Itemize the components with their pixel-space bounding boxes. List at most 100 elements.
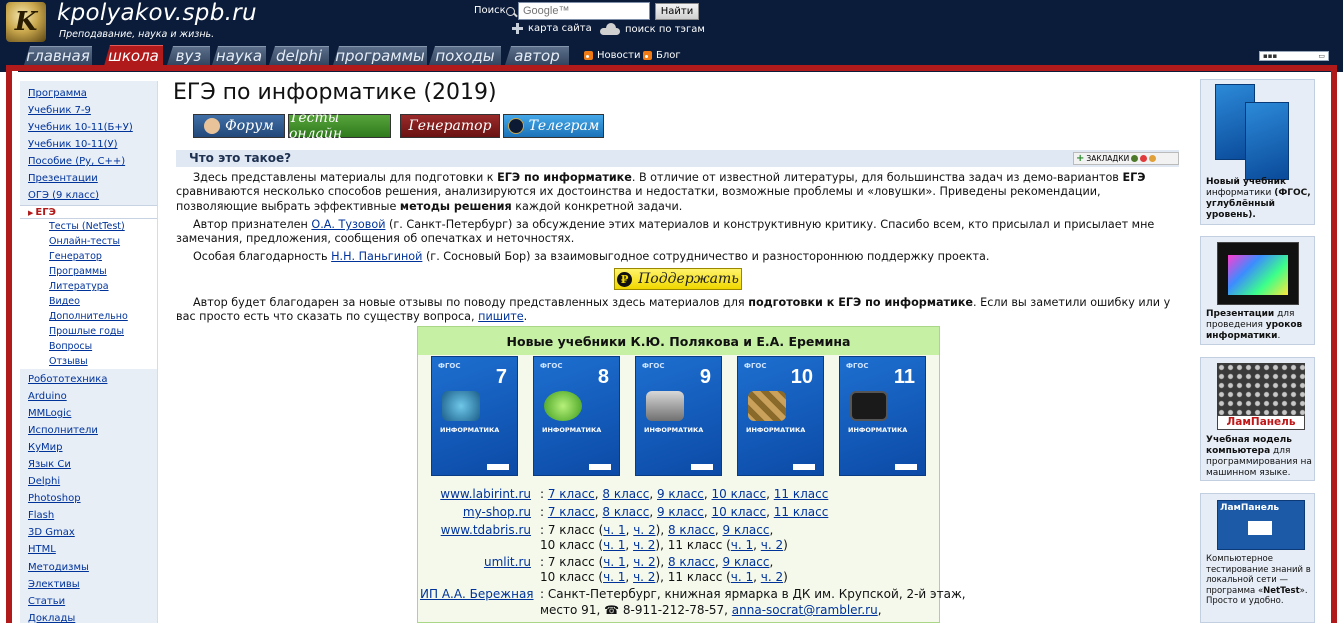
part-link[interactable]: ч. 2 — [633, 570, 655, 584]
generator-button[interactable]: Генератор — [400, 114, 500, 138]
search-input[interactable] — [518, 2, 650, 20]
sidebar-subitem-additional[interactable]: Дополнительно — [49, 311, 128, 322]
search-button[interactable]: Найти — [655, 3, 699, 20]
tag-search-link[interactable]: поиск по тэгам — [600, 23, 705, 35]
text-size-icon[interactable]: ▪▪▪ — [1263, 52, 1277, 60]
tab-delphi[interactable]: delphi — [269, 46, 329, 65]
font-size-controls[interactable]: ▪▪▪ ▭ — [1259, 51, 1329, 61]
sidebar-subitem-online-tests[interactable]: Онлайн-тесты — [49, 236, 120, 247]
shop-tdabris[interactable]: www.tdabris.ru — [430, 523, 531, 537]
sidebar-subitem-past-years[interactable]: Прошлые годы — [49, 326, 124, 337]
support-button[interactable]: ₽ Поддержать — [614, 268, 742, 290]
sidebar-item-articles[interactable]: Статьи — [28, 596, 65, 607]
sidebar-item-c-lang[interactable]: Язык Си — [28, 459, 71, 470]
sidebar-item-photoshop[interactable]: Photoshop — [28, 493, 81, 504]
part-link[interactable]: ч. 2 — [761, 570, 783, 584]
window-icon[interactable]: ▭ — [1318, 52, 1325, 60]
book-cover-11[interactable]: ФГОС 11 ИНФОРМАТИКА — [839, 356, 926, 476]
sidebar-subitem-reviews[interactable]: Отзывы — [49, 356, 88, 367]
grade-link[interactable]: 9 класс — [657, 487, 704, 501]
blog-link[interactable]: Блог — [643, 50, 681, 61]
shop-myshop[interactable]: my-shop.ru — [440, 505, 531, 519]
sidebar-item-textbook-10-11-u[interactable]: Учебник 10-11(У) — [28, 139, 118, 150]
grade-link[interactable]: 10 класс — [712, 487, 767, 501]
part-link[interactable]: ч. 1 — [603, 538, 625, 552]
sidebar-item-ege-active[interactable]: ▶ ЕГЭ — [20, 205, 157, 219]
online-tests-button[interactable]: Тесты онлайн — [288, 110, 391, 142]
tab-author[interactable]: автор — [505, 46, 569, 65]
grade-link[interactable]: 8 класс — [602, 487, 649, 501]
part-link[interactable]: ч. 1 — [603, 555, 625, 569]
sidebar-item-manual[interactable]: Пособие (Py, C++) — [28, 156, 125, 167]
news-link[interactable]: Новости — [584, 50, 640, 61]
tab-hikes[interactable]: походы — [429, 46, 501, 65]
sidebar-subitem-nettest[interactable]: Тесты (NetTest) — [49, 221, 125, 232]
tab-school[interactable]: школа — [104, 45, 163, 66]
sidebar-subitem-generator[interactable]: Генератор — [49, 251, 102, 262]
sidebar-item-delphi[interactable]: Delphi — [28, 476, 60, 487]
book-cover-7[interactable]: ФГОС 7 ИНФОРМАТИКА — [431, 356, 518, 476]
grade-link[interactable]: 7 класс — [548, 487, 595, 501]
tab-university[interactable]: вуз — [167, 46, 210, 65]
sidebar-item-textbook-10-11-bu[interactable]: Учебник 10-11(Б+У) — [28, 122, 133, 133]
sidebar-item-robotics[interactable]: Робототехника — [28, 374, 107, 385]
sidebar-subitem-questions[interactable]: Вопросы — [49, 341, 92, 352]
sidebar-subitem-video[interactable]: Видео — [49, 296, 80, 307]
sidebar-item-electives[interactable]: Элективы — [28, 579, 80, 590]
book-cover-9[interactable]: ФГОС 9 ИНФОРМАТИКА — [635, 356, 722, 476]
part-link[interactable]: ч. 2 — [633, 555, 655, 569]
shop-berezhnaya[interactable]: ИП А.А. Бережная — [420, 587, 534, 601]
bookmarks-widget[interactable]: + ЗАКЛАДКИ — [1073, 152, 1179, 165]
email-link[interactable]: anna-socrat@rambler.ru — [732, 603, 878, 617]
site-title[interactable]: kpolyakov.spb.ru — [57, 0, 257, 26]
part-link[interactable]: ч. 1 — [603, 523, 625, 537]
pangina-link[interactable]: Н.Н. Паньгиной — [331, 250, 422, 263]
share-icon[interactable] — [1149, 155, 1157, 162]
grade-link[interactable]: 11 класс — [774, 505, 829, 519]
part-link[interactable]: ч. 1 — [731, 538, 753, 552]
sidebar-item-reports[interactable]: Доклады — [28, 613, 75, 624]
part-link[interactable]: ч. 2 — [633, 538, 655, 552]
sitemap-link[interactable]: карта сайта — [512, 23, 592, 34]
part-link[interactable]: ч. 1 — [603, 570, 625, 584]
tab-home[interactable]: главная — [24, 46, 92, 65]
sidebar-item-kumir[interactable]: КуМир — [28, 442, 63, 453]
sidebar-item-program[interactable]: Программа — [28, 88, 87, 99]
promo-textbook[interactable]: Новый учебник информатики (ФГОС, углублё… — [1200, 79, 1315, 225]
sidebar-item-oge[interactable]: ОГЭ (9 класс) — [28, 190, 99, 201]
shop-umlit[interactable]: umlit.ru — [440, 555, 531, 569]
grade-link[interactable]: 9 класс — [723, 555, 770, 569]
grade-link[interactable]: 7 класс — [548, 505, 595, 519]
site-logo[interactable]: K — [6, 2, 46, 42]
part-link[interactable]: ч. 1 — [731, 570, 753, 584]
book-cover-8[interactable]: ФГОС 8 ИНФОРМАТИКА — [533, 356, 620, 476]
sidebar-item-3dgmax[interactable]: 3D Gmax — [28, 527, 75, 538]
book-cover-10[interactable]: ФГОС 10 ИНФОРМАТИКА — [737, 356, 824, 476]
grade-link[interactable]: 11 класс — [774, 487, 829, 501]
sidebar-item-executors[interactable]: Исполнители — [28, 425, 98, 436]
sidebar-subitem-literature[interactable]: Литература — [49, 281, 109, 292]
sidebar-item-methodisms[interactable]: Методизмы — [28, 562, 89, 573]
share-icon[interactable] — [1131, 155, 1139, 162]
tab-programs[interactable]: программы — [333, 46, 427, 65]
grade-link[interactable]: 8 класс — [668, 523, 715, 537]
sidebar-item-textbook-7-9[interactable]: Учебник 7-9 — [28, 105, 91, 116]
promo-presentations[interactable]: Презентации для проведения уроков информ… — [1200, 236, 1315, 345]
share-icon[interactable] — [1140, 155, 1148, 162]
tab-science[interactable]: наука — [212, 46, 266, 65]
grade-link[interactable]: 9 класс — [657, 505, 704, 519]
grade-link[interactable]: 10 класс — [712, 505, 767, 519]
promo-lampanel[interactable]: ЛамПанель Учебная модель компьютера для … — [1200, 357, 1315, 481]
grade-link[interactable]: 8 класс — [668, 555, 715, 569]
shop-labirint[interactable]: www.labirint.ru — [440, 487, 531, 501]
telegram-button[interactable]: Телеграм — [503, 114, 604, 138]
part-link[interactable]: ч. 2 — [633, 523, 655, 537]
sidebar-item-html[interactable]: HTML — [28, 544, 56, 555]
promo-nettest[interactable]: ЛамПанель Компьютерное тестирование знан… — [1200, 493, 1315, 623]
sidebar-subitem-programs[interactable]: Программы — [49, 266, 107, 277]
write-link[interactable]: пишите — [478, 310, 524, 323]
sidebar-item-mmlogic[interactable]: MMLogic — [28, 408, 71, 419]
sidebar-item-presentations[interactable]: Презентации — [28, 173, 98, 184]
sidebar-item-flash[interactable]: Flash — [28, 510, 54, 521]
sidebar-item-arduino[interactable]: Arduino — [28, 391, 67, 402]
